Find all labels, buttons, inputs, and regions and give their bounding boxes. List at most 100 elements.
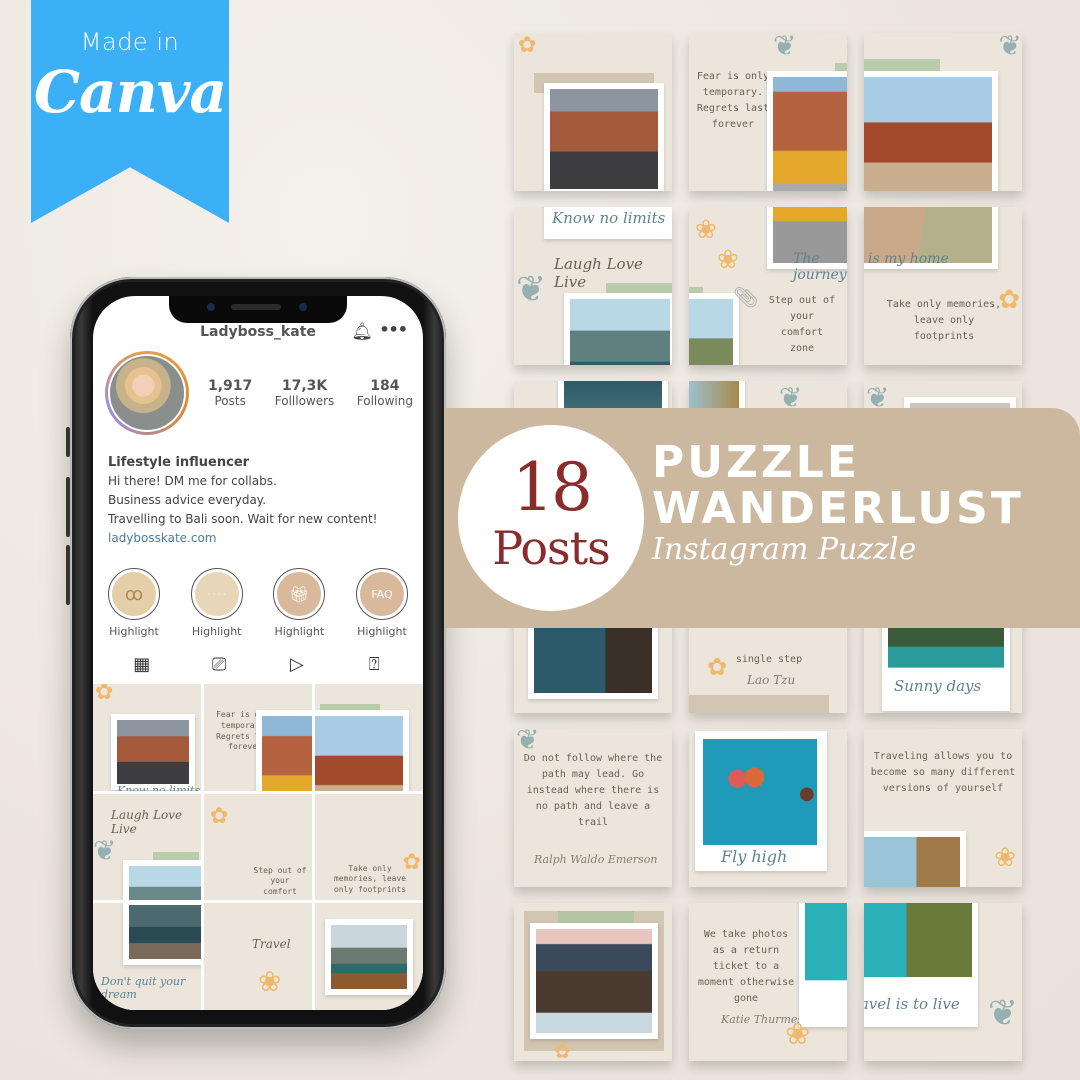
tile-quote: Fear is only temporary. Regrets last for… (696, 71, 770, 130)
title-line-1: PUZZLE (652, 437, 860, 488)
phone-notch (169, 296, 347, 323)
profile-feed-grid: ✿ Know no limits Fear is only temporary.… (93, 684, 423, 1010)
faq-icon: FAQ (359, 572, 404, 616)
puzzle-tile[interactable]: ✿ (514, 33, 672, 191)
hot-air-balloon-icon: ● (799, 783, 815, 804)
puzzle-tile[interactable]: Know no limits Laugh Love Live ❦ (514, 207, 672, 365)
stat-value: 184 (370, 378, 400, 394)
flower-icon: ✿ (518, 33, 537, 58)
feed-post[interactable]: ✿ Step out of your comfort zone (204, 793, 312, 901)
highlight-item[interactable]: ꝏ Highlight (103, 568, 165, 638)
puzzle-tile[interactable]: ❀ ❀ The journey 📎︎ Step out of your comf… (689, 207, 847, 365)
bio-link[interactable]: ladybosskate.com (108, 529, 415, 548)
post-photo-lake (123, 859, 201, 901)
phone-mockup: Ladyboss_kate 🔔︎ ••• 1,917 Posts 17,3K F… (66, 277, 446, 1029)
stat-followers[interactable]: 17,3K Folllowers (275, 378, 335, 408)
tagged-icon[interactable]: ⍰ (354, 654, 394, 675)
post-script: Know no limits (117, 784, 201, 791)
puzzle-tile[interactable]: ❦ (864, 33, 1022, 191)
hot-air-balloon-icon: ● (743, 761, 766, 791)
camera-icon (207, 303, 215, 311)
rings-icon: ꝏ (112, 572, 156, 616)
highlight-item[interactable]: · · · · Highlight (186, 568, 248, 638)
bio-line: Business advice everyday. (108, 493, 267, 507)
tile-photo-canyon (864, 71, 998, 191)
post-photo-desert-road (111, 714, 195, 790)
speaker-grille (231, 304, 281, 310)
flower-icon: ❀ (785, 1017, 811, 1052)
leaf-icon: ❦ (987, 993, 1018, 1034)
feed-post[interactable]: Don't quit your dream (93, 903, 201, 1010)
highlight-label: Highlight (191, 625, 242, 638)
feed-post[interactable]: Fear is only temporary. Regrets last for… (204, 684, 312, 791)
avatar-photo (108, 354, 186, 432)
bell-icon[interactable]: 🔔︎ (351, 322, 373, 342)
highlight-item[interactable]: 🎁︎ Highlight (268, 568, 330, 638)
phone-screen: Ladyboss_kate 🔔︎ ••• 1,917 Posts 17,3K F… (93, 296, 423, 1010)
sensor-icon (299, 303, 307, 311)
tile-photo-river (882, 615, 1010, 711)
profile-username: Ladyboss_kate (200, 324, 316, 340)
puzzle-tile[interactable]: ● ● ● Fly high (689, 729, 847, 887)
flower-icon: ❀ (717, 245, 739, 275)
puzzle-tile[interactable]: Traveling allows you to become so many d… (864, 729, 1022, 887)
paperclip-icon: 📎︎ (733, 285, 759, 309)
profile-bio: Lifestyle influencer Hi there! DM me for… (108, 453, 415, 548)
flower-icon: ❀ (695, 215, 717, 245)
product-subtitle: Instagram Puzzle (652, 532, 917, 567)
post-quote: Step out of your comfort zone (253, 865, 307, 901)
post-count-label: Posts (492, 521, 610, 575)
highlight-label: Highlight (357, 625, 407, 638)
leaf-icon: ❦ (998, 33, 1022, 62)
video-icon[interactable]: ▷ (277, 654, 317, 675)
profile-header: Ladyboss_kate 🔔︎ ••• (93, 320, 423, 346)
reels-icon[interactable]: ⎚ (199, 654, 239, 675)
phone-side-button (66, 427, 70, 457)
puzzle-tile[interactable]: ✿ (514, 903, 672, 1061)
puzzle-tile[interactable]: We take photos as a return ticket to a m… (689, 903, 847, 1061)
profile-tabs: ▦ ⎚ ▷ ⍰ (103, 654, 413, 675)
highlight-label: Highlight (109, 625, 159, 638)
feed-post[interactable]: Travel ❀ (204, 903, 312, 1010)
flower-icon: ✿ (998, 285, 1020, 315)
flower-icon: ❀ (994, 843, 1016, 873)
profile-avatar[interactable] (105, 351, 189, 435)
feed-post[interactable]: ✿ Know no limits (93, 684, 201, 791)
puzzle-tile[interactable]: To travel is to live ❦ (864, 903, 1022, 1061)
tile-script: To travel is to live (864, 995, 960, 1013)
more-options-icon[interactable]: ••• (379, 320, 408, 339)
flower-icon: ✿ (554, 1039, 571, 1061)
puzzle-tile[interactable]: Fear is only temporary. Regrets last for… (689, 33, 847, 191)
stat-label: Folllowers (274, 394, 335, 408)
post-photo-boat (325, 919, 413, 996)
feed-post[interactable] (315, 903, 423, 1010)
post-photo-canyon (315, 710, 409, 791)
badge-made-in-text: Made in (80, 28, 180, 56)
feed-post[interactable]: Laugh Love Live ❦ (93, 793, 201, 901)
stat-value: 1,917 (208, 378, 253, 394)
flower-icon: ❀ (258, 965, 282, 999)
tile-quote: single step (735, 654, 803, 665)
grid-icon[interactable]: ▦ (122, 654, 162, 675)
profile-stats: 1,917 Posts 17,3K Folllowers 184 Followi… (208, 378, 413, 408)
puzzle-tile[interactable]: ❦ Do not follow where the path may lead.… (514, 729, 672, 887)
tile-photo-mountain-edge (689, 293, 739, 365)
tile-quote: Do not follow where the path may lead. G… (523, 753, 663, 828)
feed-post[interactable]: Take only memories, leave only footprint… (315, 793, 423, 901)
flower-icon: ✿ (95, 684, 114, 705)
feed-post[interactable] (315, 684, 423, 791)
flower-icon: ✿ (707, 653, 728, 681)
stat-posts[interactable]: 1,917 Posts (208, 378, 252, 408)
puzzle-tile[interactable]: is my home Take only memories, leave onl… (864, 207, 1022, 365)
text-badge-icon: · · · · (194, 572, 239, 616)
highlight-item[interactable]: FAQ Highlight (351, 568, 413, 638)
tile-photo-mountains (564, 293, 672, 365)
tile-photo-desert-road (544, 83, 664, 191)
stat-following[interactable]: 184 Following (357, 378, 413, 408)
tile-quote: Traveling allows you to become so many d… (870, 751, 1016, 794)
tile-script: The journey (793, 251, 847, 283)
bio-line: Travelling to Bali soon. Wait for new co… (108, 512, 378, 526)
leaf-icon: ❦ (93, 833, 117, 867)
made-in-canva-badge: Made in Canva (31, 0, 229, 223)
post-script: Travel (252, 937, 291, 952)
